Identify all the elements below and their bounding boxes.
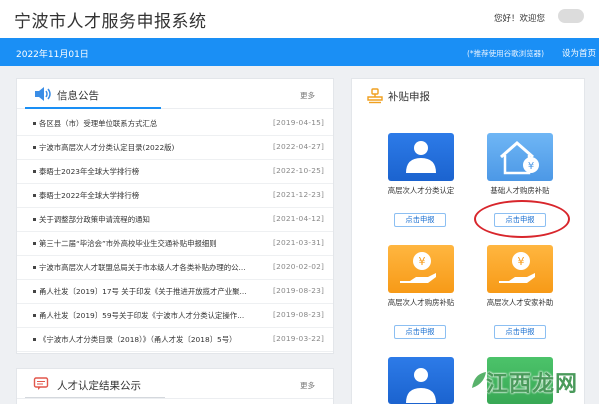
news-item[interactable]: 第三十二届“毕洽会”市外高校毕业生交通补贴申报细则 [2021-03-31] [17,232,333,256]
results-title: 人才认定结果公示 [57,380,141,392]
bullet-icon [33,146,36,149]
news-item[interactable]: 关于调整部分政策申请流程的通知 [2021-04-12] [17,208,333,232]
house-yen-icon: ¥ [500,141,539,175]
news-date: [2019-04-15] [273,118,325,127]
header-underline [25,397,165,398]
news-item[interactable]: 宁波市高层次人才联盟总局关于市本级人才各类补贴办理的公... [2020-02-… [17,256,333,280]
chat-bubble-icon [33,377,49,390]
watermark-text: 江西龙网 [486,372,579,397]
tile-label: 基础人才购房补贴 [490,186,550,195]
tile-partial[interactable] [388,357,454,404]
news-item[interactable]: 甬人社发〔2019〕17号 关于印发《关于推进开放揽才产业聚... [2019-… [17,280,333,304]
tile-basic-housing-subsidy[interactable]: ¥ [487,133,553,181]
news-title[interactable]: 宁波市高层次人才分类认定目录(2022版) [39,142,271,153]
tile-high-level-housing-subsidy[interactable]: ¥ [388,245,454,293]
set-homepage-link[interactable]: 设为首页 [562,47,596,59]
bullet-icon [33,218,36,221]
bullet-icon [33,122,36,125]
news-item[interactable]: 各区县（市）受理单位联系方式汇总 [2019-04-15] [17,112,333,136]
tile-talent-certification[interactable] [388,133,454,181]
svg-text:¥: ¥ [518,255,525,268]
news-date: [2022-04-27] [273,142,325,151]
greeting-text: 您好！欢迎您 [494,14,546,24]
results-panel: 人才认定结果公示 更多 [16,368,334,404]
announcements-header: 信息公告 更多 [17,79,333,109]
bullet-icon [33,242,36,245]
header-underline [25,107,161,109]
news-title[interactable]: 第三十二届“毕洽会”市外高校毕业生交通补贴申报细则 [39,238,271,249]
news-title[interactable]: 宁波市高层次人才联盟总局关于市本级人才各类补贴办理的公... [39,262,271,273]
person-icon [406,141,436,173]
news-title[interactable]: 泰晤士2023年全球大学排行榜 [39,166,271,177]
svg-text:¥: ¥ [528,161,534,172]
speaker-icon [35,87,51,101]
watermark: 江西龙网 [462,362,592,398]
browser-tip: (*推荐使用谷歌浏览器) [467,49,545,58]
bullet-icon [33,290,36,293]
news-date: [2021-04-12] [273,214,325,223]
news-title[interactable]: 甬人社发〔2019〕59号关于印发《宁波市人才分类认定操作... [39,310,271,321]
hand-yen-icon: ¥ [400,252,436,283]
date-bar: 2022年11月01日 (*推荐使用谷歌浏览器) 设为首页 [0,38,599,66]
tile-label: 高层次人才购房补贴 [387,298,455,307]
apply-button[interactable]: 点击申报 [394,213,446,227]
news-date: [2021-12-23] [273,190,325,199]
news-title[interactable]: 《宁波市人才分类目录（2018）》（甬人才发〔2018〕5号） [39,334,271,345]
news-item[interactable]: 《宁波市人才分类目录（2018）》（甬人才发〔2018〕5号） [2019-03… [17,328,333,352]
person-icon [406,368,436,403]
news-title[interactable]: 各区县（市）受理单位联系方式汇总 [39,118,271,129]
subsidy-title: 补贴申报 [388,91,430,103]
subsidy-panel: 补贴申报 [351,78,585,404]
results-header: 人才认定结果公示 更多 [17,369,333,399]
bullet-icon [33,266,36,269]
news-date: [2020-02-02] [273,262,325,271]
news-item[interactable]: 泰晤士2023年全球大学排行榜 [2022-10-25] [17,160,333,184]
bullet-icon [33,314,36,317]
results-more-link[interactable]: 更多 [300,380,315,391]
bullet-icon [33,170,36,173]
svg-text:¥: ¥ [419,255,426,268]
news-item[interactable]: 泰晤士2022年全球大学排行榜 [2021-12-23] [17,184,333,208]
news-item[interactable]: 甬人社发〔2019〕59号关于印发《宁波市人才分类认定操作... [2019-0… [17,304,333,328]
hand-yen-icon: ¥ [499,252,535,283]
news-title[interactable]: 关于调整部分政策申请流程的通知 [39,214,271,225]
news-date: [2019-08-23] [273,310,325,319]
news-title[interactable]: 泰晤士2022年全球大学排行榜 [39,190,271,201]
announcements-panel: 信息公告 更多 各区县（市）受理单位联系方式汇总 [2019-04-15] 宁波… [16,78,334,354]
news-item[interactable]: 宁波市高层次人才分类认定目录(2022版) [2022-04-27] [17,136,333,160]
site-title: 宁波市人才服务申报系统 [14,12,207,32]
apply-button[interactable]: 点击申报 [494,325,546,339]
announcements-more-link[interactable]: 更多 [300,90,315,101]
stamp-icon [367,88,383,104]
tile-high-level-settlement-subsidy[interactable]: ¥ [487,245,553,293]
user-avatar[interactable] [558,9,584,23]
news-title[interactable]: 甬人社发〔2019〕17号 关于印发《关于推进开放揽才产业聚... [39,286,271,297]
news-date: [2019-03-22] [273,334,325,343]
subsidy-header: 补贴申报 [352,79,584,109]
news-date: [2019-08-23] [273,286,325,295]
apply-button[interactable]: 点击申报 [394,325,446,339]
news-date: [2022-10-25] [273,166,325,175]
announcements-title: 信息公告 [57,90,99,102]
tile-label: 高层次人才分类认定 [387,186,455,195]
current-date: 2022年11月01日 [16,50,89,60]
top-header: 宁波市人才服务申报系统 您好！欢迎您 [0,0,599,38]
news-date: [2021-03-31] [273,238,325,247]
bullet-icon [33,338,36,341]
highlight-circle [474,200,570,238]
tile-label: 高层次人才安家补助 [486,298,554,307]
bullet-icon [33,194,36,197]
